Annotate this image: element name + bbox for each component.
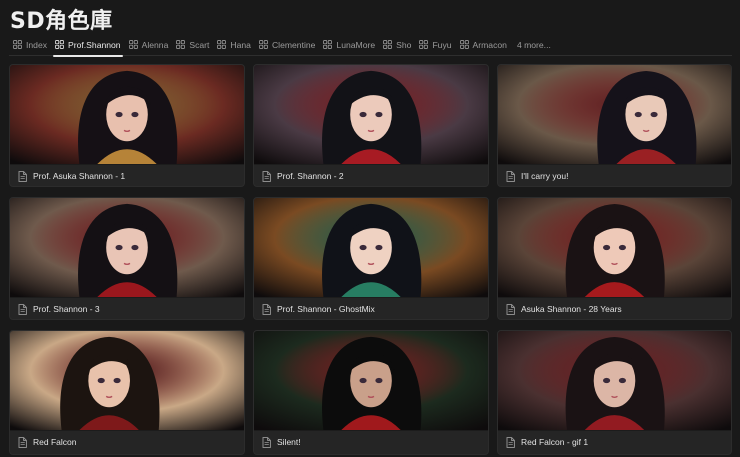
card-caption: Red Falcon xyxy=(10,431,244,453)
gallery-view-icon xyxy=(217,40,227,49)
card-title: Silent! xyxy=(277,437,301,447)
card-title: Asuka Shannon - 28 Years xyxy=(521,304,622,314)
tab-armacon[interactable]: Armacon xyxy=(456,34,511,56)
card-cover-image xyxy=(498,331,731,431)
gallery-view-icon xyxy=(128,40,138,49)
gallery-view-icon xyxy=(459,40,469,49)
gallery-view-icon xyxy=(259,40,268,49)
card-cover-image xyxy=(10,65,244,165)
page-title: SD角色庫 xyxy=(10,9,113,34)
gallery-view-icon xyxy=(383,40,393,49)
view-tabs: Index Prof.Shannon Alenna Scart Hana Clementi… xyxy=(9,34,732,57)
tab-clementine[interactable]: Clementine xyxy=(255,34,319,56)
card-title: Red Falcon xyxy=(33,437,77,447)
page-icon xyxy=(18,170,27,182)
page-icon xyxy=(506,436,515,448)
page-icon xyxy=(506,170,515,182)
tab-lunamore[interactable]: LunaMore xyxy=(319,34,379,56)
tab-label: Index xyxy=(26,39,48,50)
gallery-card[interactable]: Red Falcon xyxy=(9,330,245,455)
gallery-card[interactable]: Silent! xyxy=(253,330,489,455)
card-caption: Asuka Shannon - 28 Years xyxy=(498,298,731,319)
card-title: Prof. Asuka Shannon - 1 xyxy=(33,171,126,181)
tab-prof-shannon[interactable]: Prof.Shannon xyxy=(51,34,125,57)
page-icon xyxy=(262,436,271,448)
tab-alenna[interactable]: Alenna xyxy=(125,34,173,56)
gallery-view-icon xyxy=(419,40,429,49)
card-cover-image xyxy=(254,198,488,298)
tab-index[interactable]: Index xyxy=(9,34,51,56)
card-title: Red Falcon - gif 1 xyxy=(521,437,589,447)
page-icon xyxy=(506,303,515,315)
more-tabs-button[interactable]: 4 more... xyxy=(511,34,555,56)
gallery-card[interactable]: Prof. Shannon - GhostMix xyxy=(253,197,489,320)
tab-hana[interactable]: Hana xyxy=(213,34,255,56)
tab-label: Alenna xyxy=(141,39,169,50)
card-caption: Red Falcon - gif 1 xyxy=(498,431,731,453)
tab-sho[interactable]: Sho xyxy=(379,34,415,56)
card-caption: Prof. Shannon - 2 xyxy=(254,165,488,186)
card-title: Prof. Shannon - 2 xyxy=(277,171,344,181)
card-title: Prof. Shannon - 3 xyxy=(33,304,100,314)
gallery-card[interactable]: Prof. Shannon - 3 xyxy=(9,197,245,320)
card-caption: Prof. Asuka Shannon - 1 xyxy=(10,165,244,186)
gallery-card[interactable]: Prof. Asuka Shannon - 1 xyxy=(9,64,245,187)
page-icon xyxy=(262,303,271,315)
card-caption: Silent! xyxy=(254,431,488,453)
card-caption: Prof. Shannon - GhostMix xyxy=(254,298,488,319)
gallery-card[interactable]: Prof. Shannon - 2 xyxy=(253,64,489,187)
card-title: Prof. Shannon - GhostMix xyxy=(277,304,375,314)
tab-label: Fuyu xyxy=(432,39,452,50)
card-caption: Prof. Shannon - 3 xyxy=(10,298,244,319)
gallery-view-icon xyxy=(323,40,333,49)
card-title: I'll carry you! xyxy=(521,171,569,181)
tab-label: Sho xyxy=(396,39,412,50)
tab-label: Hana xyxy=(230,39,251,50)
gallery-view-icon xyxy=(13,40,22,49)
tab-label: Scart xyxy=(189,39,210,50)
tab-label: Prof.Shannon xyxy=(68,39,121,50)
card-cover-image xyxy=(10,198,244,298)
card-cover-image xyxy=(498,198,731,298)
gallery-view-icon xyxy=(176,40,186,49)
tab-label: LunaMore xyxy=(336,39,376,50)
card-cover-image xyxy=(498,65,731,165)
page-icon xyxy=(18,303,27,315)
gallery-view-icon xyxy=(55,40,64,49)
page-icon xyxy=(262,170,271,182)
tab-scart[interactable]: Scart xyxy=(172,34,213,56)
tab-label: Armacon xyxy=(472,39,507,50)
gallery-grid: Prof. Asuka Shannon - 1 Prof. Shannon - … xyxy=(9,64,732,455)
tab-label: Clementine xyxy=(271,39,316,50)
card-cover-image xyxy=(254,65,488,165)
gallery-card[interactable]: Red Falcon - gif 1 xyxy=(497,330,732,455)
tab-fuyu[interactable]: Fuyu xyxy=(415,34,455,56)
page-icon xyxy=(18,436,27,448)
card-caption: I'll carry you! xyxy=(498,165,731,186)
gallery-card[interactable]: Asuka Shannon - 28 Years xyxy=(497,197,732,320)
card-cover-image xyxy=(254,331,488,431)
card-cover-image xyxy=(10,331,244,431)
gallery-card[interactable]: I'll carry you! xyxy=(497,64,732,187)
